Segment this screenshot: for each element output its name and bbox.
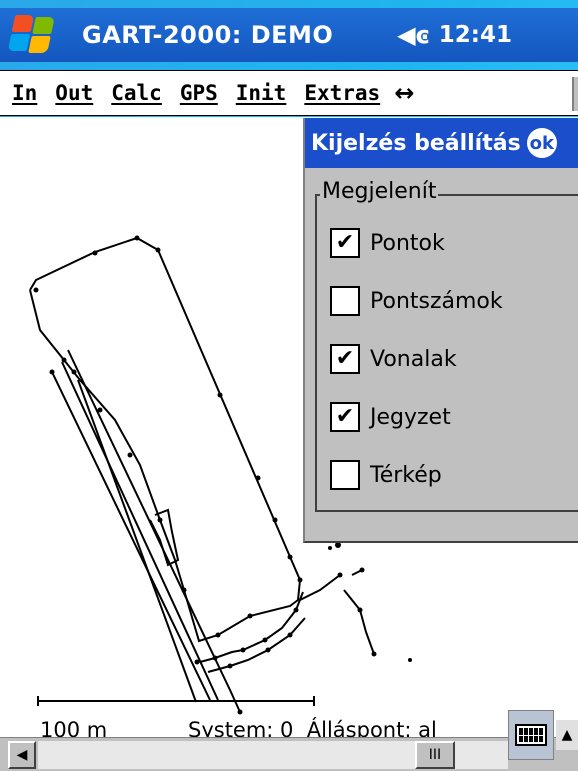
branch-line-1 <box>199 591 304 663</box>
scale-bar <box>37 696 315 706</box>
keyboard-icon <box>515 724 547 746</box>
branch-line-3 <box>299 574 341 601</box>
clock[interactable]: 12:41 <box>439 22 512 48</box>
option-jegyzet[interactable]: ✔ Jegyzet <box>330 402 451 432</box>
option-label: Pontszámok <box>370 288 503 314</box>
group-label: Megjelenít <box>320 179 439 204</box>
menu-in[interactable]: In <box>12 81 37 105</box>
checkbox-terkep[interactable] <box>330 460 360 490</box>
checkbox-vonalak[interactable]: ✔ <box>330 344 360 374</box>
option-pontok[interactable]: ✔ Pontok <box>330 228 445 258</box>
menu-overflow-edge <box>572 77 578 111</box>
app-title: GART-2000: DEMO <box>82 21 334 49</box>
option-label: Vonalak <box>370 346 457 372</box>
checkbox-pontok[interactable]: ✔ <box>330 228 360 258</box>
display-settings-dialog: Kijelzés beállítás ok Megjelenít ✔ Ponto… <box>303 118 578 543</box>
scroll-thumb[interactable]: III <box>415 741 455 769</box>
menu-extras[interactable]: Extras <box>304 81 380 105</box>
checkbox-jegyzet[interactable]: ✔ <box>330 402 360 432</box>
status-area: ◀︎ͼ 12:41 <box>397 21 512 49</box>
parcel-outline <box>29 236 302 643</box>
triangle-left-icon[interactable]: ◀ <box>8 741 36 769</box>
start-button[interactable] <box>0 8 66 62</box>
menu-gps[interactable]: GPS <box>180 81 218 105</box>
sip-arrow-button[interactable]: ▲ <box>556 720 578 750</box>
branch-line-2 <box>207 617 306 673</box>
checkbox-pontszamok[interactable] <box>330 286 360 316</box>
option-terkep[interactable]: Térkép <box>330 460 442 490</box>
road-line-4 <box>77 379 197 703</box>
device-screen: GART-2000: DEMO ◀︎ͼ 12:41 In Out Calc GP… <box>0 0 578 771</box>
road-line-1 <box>51 371 211 701</box>
option-vonalak[interactable]: ✔ Vonalak <box>330 344 457 374</box>
horizontal-scrollbar[interactable]: ◀ III <box>0 737 578 771</box>
speaker-icon[interactable]: ◀︎ͼ <box>397 21 429 49</box>
menu-init[interactable]: Init <box>236 81 287 105</box>
ok-button[interactable]: ok <box>526 128 557 158</box>
dialog-title-bar: Kijelzés beállítás ok <box>305 118 578 168</box>
menu-calc[interactable]: Calc <box>111 81 162 105</box>
windows-flag-icon <box>7 15 60 55</box>
option-label: Pontok <box>370 230 445 256</box>
option-pontszamok[interactable]: Pontszámok <box>330 286 503 316</box>
title-bar: GART-2000: DEMO ◀︎ͼ 12:41 <box>0 8 578 62</box>
double-arrow-icon[interactable]: ↔ <box>394 79 414 107</box>
menu-bar: In Out Calc GPS Init Extras ↔ <box>0 70 578 116</box>
option-label: Térkép <box>370 462 442 488</box>
keyboard-button[interactable] <box>508 710 554 760</box>
menu-out[interactable]: Out <box>55 81 93 105</box>
dialog-title: Kijelzés beállítás <box>311 130 521 156</box>
option-label: Jegyzet <box>370 404 451 430</box>
road-line-2 <box>61 361 219 701</box>
branch-line-4 <box>343 589 375 655</box>
